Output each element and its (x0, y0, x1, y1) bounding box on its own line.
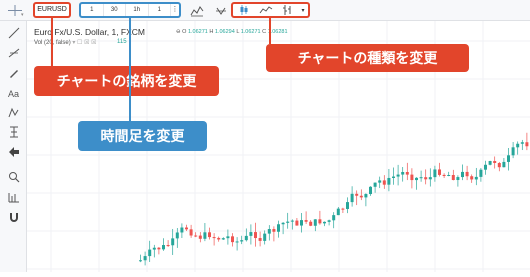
callout-connectors (51, 18, 271, 121)
